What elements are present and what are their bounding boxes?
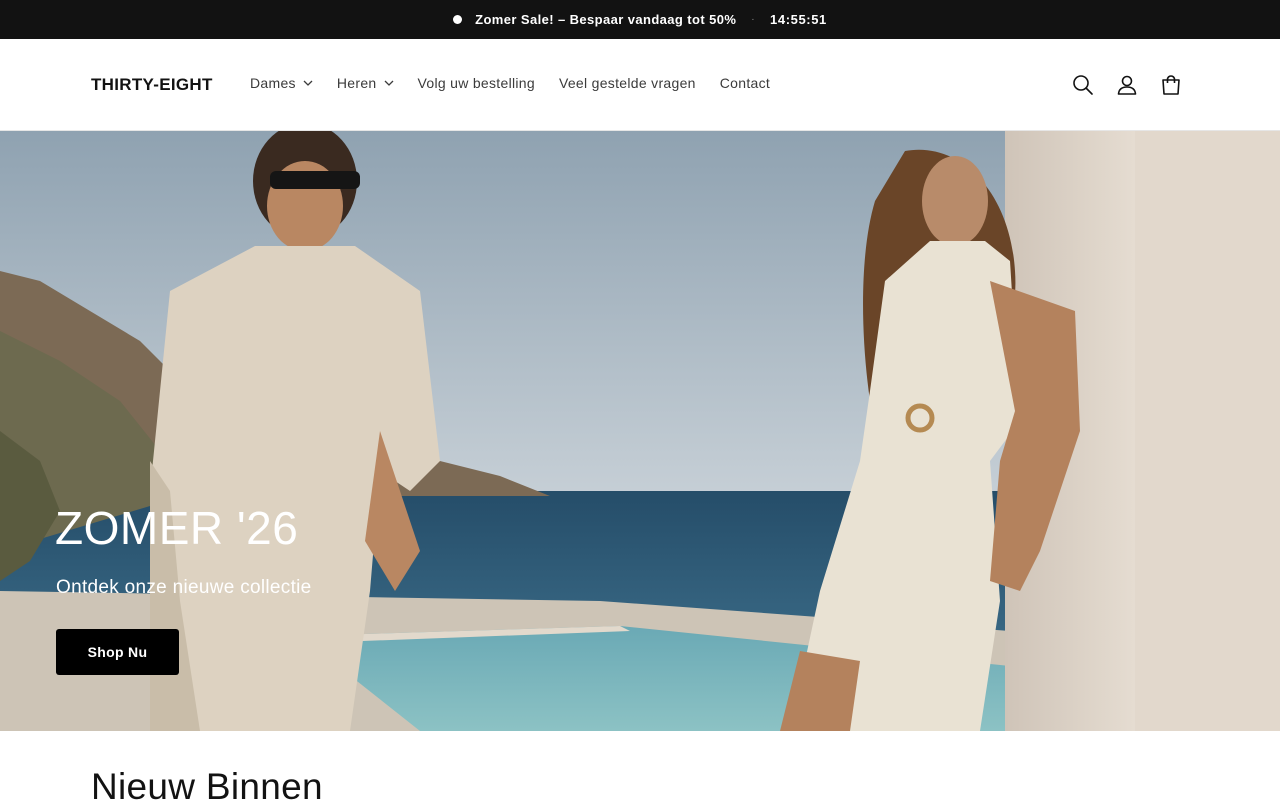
search-button[interactable] xyxy=(1071,73,1095,97)
nav-item-label: Contact xyxy=(719,75,771,91)
header-icons xyxy=(1051,73,1183,97)
site-logo[interactable]: THIRTY-EIGHT xyxy=(91,75,213,95)
cart-icon xyxy=(1162,75,1180,95)
account-button[interactable] xyxy=(1115,73,1139,97)
nav-item-heren[interactable]: Heren xyxy=(337,75,394,91)
search-icon xyxy=(1073,75,1093,95)
announcement-bar: Zomer Sale! – Bespaar vandaag tot 50% · … xyxy=(0,0,1280,39)
nav-item-contact[interactable]: Contact xyxy=(720,75,770,91)
hero-title: ZOMER '26 xyxy=(55,502,299,554)
shop-now-button[interactable]: Shop Nu xyxy=(56,629,179,675)
nav-item-label: Dames xyxy=(250,75,296,91)
section-title-new-arrivals: Nieuw Binnen xyxy=(91,766,323,800)
announcement-separator: · xyxy=(751,14,756,25)
main-nav: Dames Heren Volg uw bestelling Veel gest… xyxy=(250,75,794,91)
nav-item-faq[interactable]: Veel gestelde vragen xyxy=(559,75,696,91)
hero-image xyxy=(0,131,1280,731)
announcement-message: Zomer Sale! – Bespaar vandaag tot 50% xyxy=(475,12,737,27)
bullet-icon xyxy=(453,15,463,24)
chevron-down-icon xyxy=(303,80,313,86)
nav-item-label: Volg uw bestelling xyxy=(417,75,535,91)
account-icon xyxy=(1117,75,1137,95)
cart-button[interactable] xyxy=(1159,73,1183,97)
countdown-timer: 14:55:51 xyxy=(770,12,827,27)
chevron-down-icon xyxy=(384,80,393,86)
hero-banner: ZOMER '26 Ontdek onze nieuwe collectie S… xyxy=(0,131,1280,731)
hero-subtitle: Ontdek onze nieuwe collectie xyxy=(56,577,312,598)
site-header: THIRTY-EIGHT Dames Heren Volg uw bestell… xyxy=(0,39,1280,131)
nav-item-label: Heren xyxy=(336,75,377,91)
nav-item-dames[interactable]: Dames xyxy=(250,75,313,91)
nav-item-track-order[interactable]: Volg uw bestelling xyxy=(418,75,535,91)
nav-item-label: Veel gestelde vragen xyxy=(558,75,696,91)
